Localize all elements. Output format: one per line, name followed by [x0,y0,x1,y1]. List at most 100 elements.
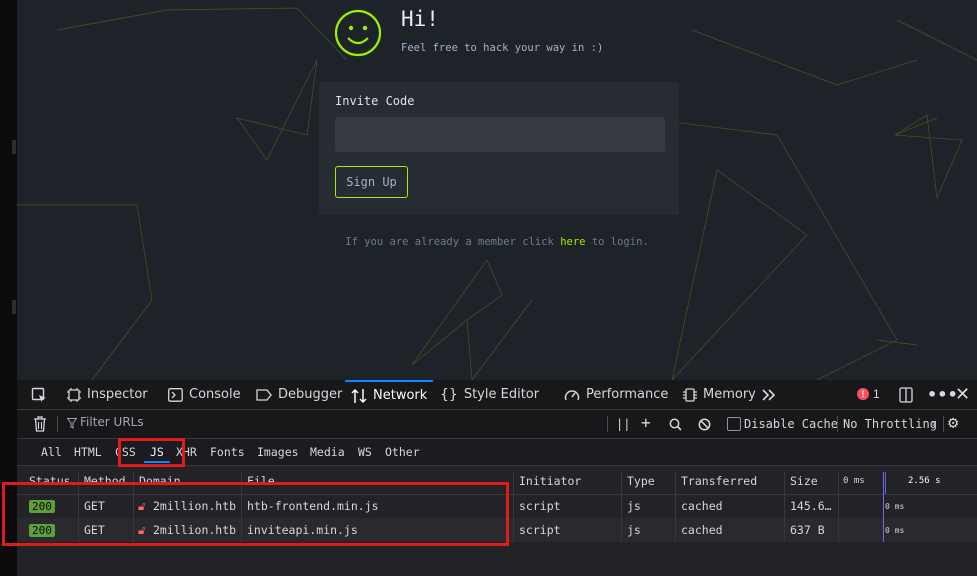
row-initiator[interactable]: script [519,499,561,513]
row-timing: 0 ms [885,526,905,535]
invite-code-label: Invite Code [335,94,415,108]
filter-urls-input[interactable]: Filter URLs [80,415,144,429]
col-initiator[interactable]: Initiator [519,474,581,488]
column-divider [838,472,839,494]
column-divider [513,472,514,494]
disable-cache-label: Disable Cache [744,417,838,431]
search-icon[interactable] [669,418,682,431]
type-filter-images[interactable]: Images [257,445,299,459]
network-filter-bar: Filter URLs || + Disable Cache No Thrott… [17,410,977,439]
row-timing: 0 ms [885,502,905,511]
row-type: js [627,523,641,537]
row-transferred: cached [681,499,723,513]
network-arrows-icon [351,388,367,403]
column-divider [784,472,785,494]
devtools-toolbar: Inspector Console Debugger Network {} St… [17,380,977,410]
gauge-icon [564,389,580,400]
toolbar-separator [837,416,838,432]
tab-console-label: Console [189,387,241,402]
column-divider [838,494,839,518]
login-hint: If you are already a member click here t… [17,236,977,248]
toolbar-separator [607,416,608,432]
column-divider [621,518,622,542]
sign-up-button[interactable]: Sign Up [335,166,408,198]
row-transferred: cached [681,523,723,537]
devtools-panel: Inspector Console Debugger Network {} St… [17,380,977,576]
col-type[interactable]: Type [627,474,655,488]
column-divider [675,518,676,542]
col-transferred[interactable]: Transferred [681,474,757,488]
inspector-icon [67,387,81,402]
timeline-marker [885,472,886,494]
timeline-marker [883,494,884,518]
row-size: 145.6… [790,499,832,513]
debugger-icon [256,388,272,401]
tab-style-editor-label: Style Editor [463,387,540,402]
tab-inspector[interactable]: Inspector [67,380,148,409]
strip-marker [12,300,16,314]
trash-icon[interactable] [33,416,47,432]
strip-marker [12,140,16,154]
disable-cache-checkbox[interactable] [727,417,741,431]
close-devtools-icon[interactable]: ✕ [955,380,970,409]
throttling-select[interactable]: No Throttling [843,417,937,431]
login-prefix-text: If you are already a member click [345,236,561,248]
console-icon [168,387,183,402]
timeline-end-label: 2.56 s [908,476,941,486]
dock-side-icon[interactable] [899,380,913,409]
tab-debugger[interactable]: Debugger [256,380,342,409]
type-filter-html[interactable]: HTML [74,445,102,459]
type-filter-media[interactable]: Media [310,445,345,459]
pause-icon[interactable]: || [616,417,630,431]
invite-form-card: Invite Code Sign Up [319,82,679,215]
column-divider [621,494,622,518]
type-filter-fonts[interactable]: Fonts [210,445,245,459]
col-size[interactable]: Size [790,474,818,488]
row-initiator[interactable]: script [519,523,561,537]
tab-debugger-label: Debugger [278,387,343,402]
column-divider [784,518,785,542]
toolbar-separator [943,416,944,432]
type-filter-all[interactable]: All [41,445,62,459]
tab-performance-label: Performance [586,387,669,402]
web-page-viewport: Hi! Feel free to hack your way in :) Inv… [17,0,977,380]
braces-icon: {} [440,386,458,403]
element-picker-icon[interactable] [31,380,47,409]
row-size: 637 B [790,523,825,537]
timeline-marker [883,472,884,494]
js-filter-highlight-box [118,438,185,467]
memory-chip-icon [683,387,697,402]
tab-network-label: Network [373,388,428,403]
tab-memory-label: Memory [703,387,756,402]
tab-inspector-label: Inspector [87,387,148,402]
js-requests-highlight-box [2,482,509,546]
block-icon[interactable] [698,418,711,431]
funnel-icon [67,418,77,429]
login-here-link[interactable]: here [560,236,585,248]
error-count: 1 [873,387,880,401]
login-suffix-text: to login. [585,236,649,248]
timeline-marker [883,518,884,542]
column-divider [513,494,514,518]
tab-performance[interactable]: Performance [564,380,668,409]
add-request-icon[interactable]: + [641,413,651,432]
page-title: Hi! [401,7,439,31]
invite-code-input[interactable] [335,117,665,152]
tab-console[interactable]: Console [168,380,241,409]
settings-gear-icon[interactable]: ⚙ [948,413,958,433]
type-filter-ws[interactable]: WS [358,445,372,459]
timeline-start-label: 0 ms [843,476,865,486]
throttling-chevron-icon: ⇕ [931,419,937,429]
column-divider [838,518,839,542]
column-divider [675,494,676,518]
type-filter-other[interactable]: Other [385,445,420,459]
more-tools-chevron-icon[interactable] [761,380,777,409]
error-count-badge[interactable]: ! 1 [857,387,880,401]
column-divider [513,518,514,542]
tab-network[interactable]: Network [345,380,433,409]
tab-style-editor[interactable]: {} Style Editor [440,380,539,409]
smiley-logo-icon [334,9,382,57]
more-options-icon[interactable]: ••• [927,380,958,409]
tab-memory[interactable]: Memory [683,380,756,409]
column-divider [621,472,622,494]
